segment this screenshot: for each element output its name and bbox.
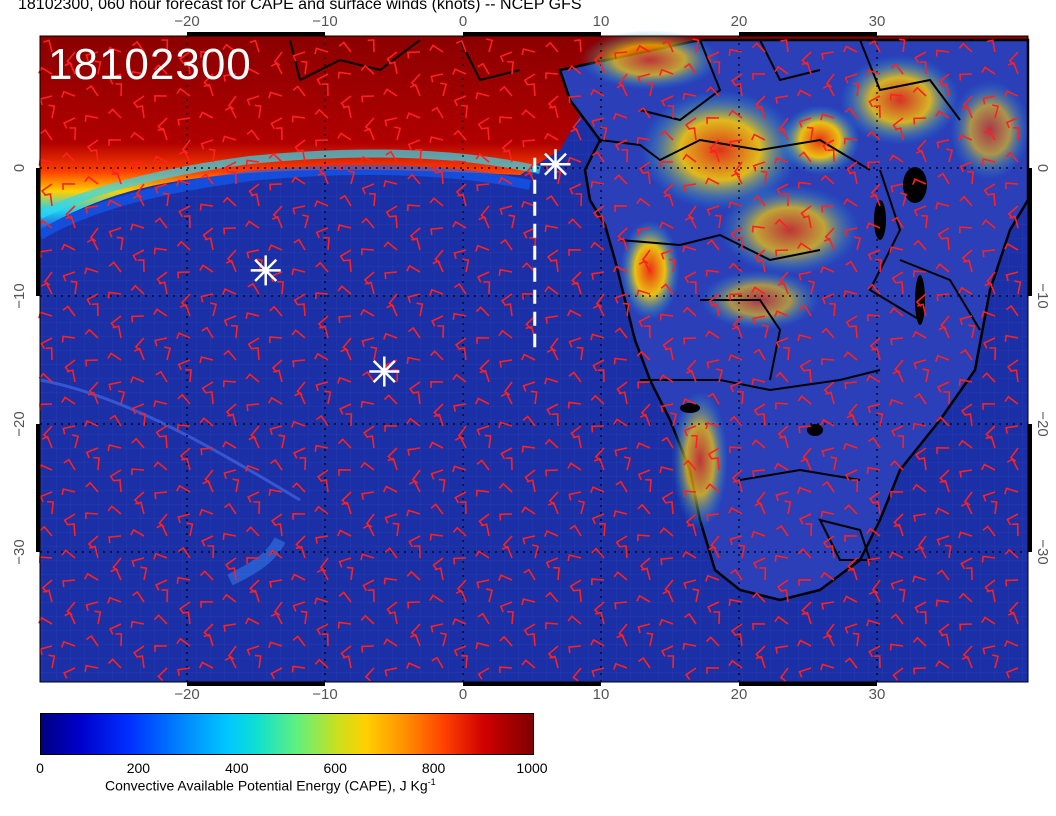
lon-tick-label: −20 <box>174 686 199 700</box>
lon-tick-label: −10 <box>312 13 337 30</box>
colorbar-label-text: Convective Available Potential Energy (C… <box>105 777 428 794</box>
lat-tick-labels-right: 0 −10 −20 −30 <box>1034 164 1051 565</box>
map-figure: −20 −10 0 10 20 30 −20 −10 0 10 20 30 0 −10 −20 −30 0… <box>0 0 1056 703</box>
lat-tick-label: −20 <box>11 411 28 436</box>
lat-tick-label: 0 <box>11 164 28 172</box>
lon-tick-label: 30 <box>869 13 886 30</box>
lon-tick-label: 10 <box>593 686 610 700</box>
lon-tick-label: 20 <box>731 686 748 700</box>
lon-tick-label: 0 <box>459 13 467 30</box>
star-marker-1 <box>540 149 571 180</box>
colorbar-tick-label: 400 <box>225 760 249 776</box>
lon-tick-label: 10 <box>593 13 610 30</box>
colorbar <box>40 713 534 755</box>
star-marker-2 <box>250 255 281 286</box>
colorbar-tick-label: 600 <box>323 760 347 776</box>
colorbar-tick-label: 0 <box>36 760 44 776</box>
colorbar-tick-label: 800 <box>421 760 446 776</box>
colorbar-tick-label: 1000 <box>516 760 548 776</box>
lon-tick-labels-bottom: −20 −10 0 10 20 30 <box>174 686 886 703</box>
lon-tick-label: 30 <box>869 686 886 700</box>
lat-tick-label: −20 <box>1034 411 1051 436</box>
lat-tick-labels-left: 0 −10 −20 −30 <box>11 164 28 565</box>
lon-tick-label: −20 <box>174 13 199 30</box>
lon-tick-label: −10 <box>312 686 337 700</box>
lat-tick-label: 0 <box>1034 164 1051 172</box>
lon-tick-label: 0 <box>459 686 467 700</box>
lon-tick-label: 20 <box>731 13 748 30</box>
lat-tick-label: −30 <box>1034 539 1051 564</box>
map-svg: −20 −10 0 10 20 30 −20 −10 0 10 20 30 0 −10 −20 −30 0… <box>11 13 1051 703</box>
lat-tick-label: −10 <box>1034 283 1051 308</box>
lat-tick-label: −10 <box>11 283 28 308</box>
date-stamp: 18102300 <box>48 40 252 89</box>
colorbar-label-unit-sup: -1 <box>427 777 436 787</box>
lat-tick-label: −30 <box>11 539 28 564</box>
colorbar-label: Convective Available Potential Energy (C… <box>105 777 436 794</box>
lon-tick-labels-top: −20 −10 0 10 20 30 <box>174 13 885 30</box>
star-marker-3 <box>369 356 400 387</box>
colorbar-tick-label: 200 <box>126 760 151 776</box>
